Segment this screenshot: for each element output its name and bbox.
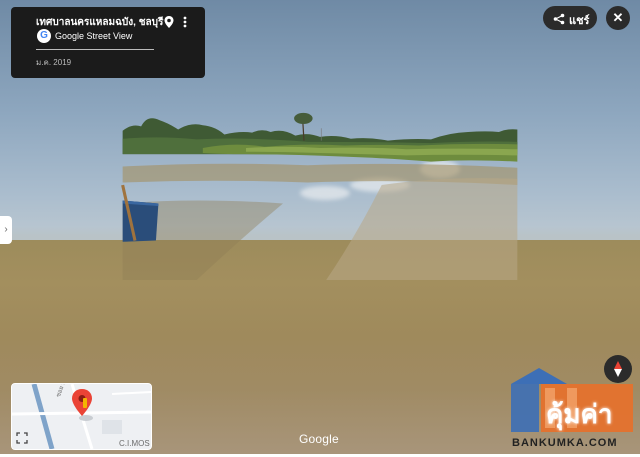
google-g-icon: G (37, 29, 51, 43)
location-info-card: เทศบาลนครแหลมฉบัง, ชลบุรี G Google Stree… (11, 7, 205, 78)
service-label: Google Street View (55, 31, 133, 41)
expand-icon[interactable] (16, 431, 28, 444)
share-label: แชร์ (569, 15, 590, 27)
location-marker-icon (70, 388, 94, 422)
map-pin-icon[interactable] (162, 15, 176, 29)
minimap[interactable]: ซอย บ้าง C.I.MOS (11, 383, 152, 450)
close-icon: ✕ (612, 10, 624, 25)
close-button[interactable]: ✕ (606, 6, 630, 30)
side-panel-toggle[interactable]: › (0, 216, 12, 244)
minimap-poi-label: C.I.MOS (119, 439, 150, 448)
place-title[interactable]: เทศบาลนครแหลมฉบัง, ชลบุรี (36, 15, 163, 30)
more-vert-icon[interactable] (181, 15, 189, 29)
card-divider (36, 49, 154, 50)
share-icon (553, 12, 565, 25)
share-button[interactable]: แชร์ (543, 6, 597, 30)
capture-date[interactable]: ม.ค. 2019 (36, 56, 71, 69)
google-watermark: Google (299, 432, 339, 446)
bankumka-site-name: BANKUMKA.COM (512, 437, 618, 449)
bankumka-logo-word: คุ้มค่า (546, 399, 613, 429)
chevron-right-icon: › (4, 224, 8, 235)
